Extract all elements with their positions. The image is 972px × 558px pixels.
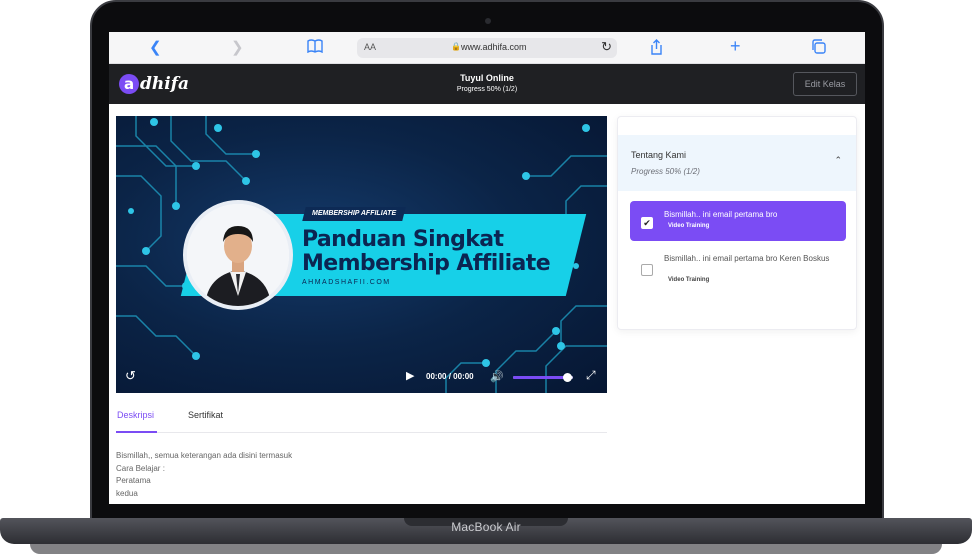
url-text: www.adhifa.com	[461, 42, 527, 52]
lesson-title: Bismillah.. ini email pertama bro	[664, 210, 778, 219]
lesson-sidebar: Tentang Kami Progress 50% (1/2) ⌃ ✔ Bism…	[617, 116, 857, 330]
reload-icon[interactable]: ↻	[601, 39, 612, 55]
volume-knob[interactable]	[563, 373, 572, 382]
play-icon[interactable]: ▶	[406, 369, 414, 382]
lesson-item[interactable]: Bismillah.. ini email pertama bro Keren …	[630, 249, 846, 291]
app-header: a dhifa Tuyul Online Progress 50% (1/2) …	[109, 64, 865, 104]
new-tab-icon[interactable]: +	[730, 37, 741, 55]
address-bar[interactable]: AA 🔒 www.adhifa.com ↻	[357, 38, 617, 58]
presenter-photo	[183, 200, 293, 310]
volume-fill	[513, 376, 567, 379]
lesson-checkbox[interactable]	[641, 264, 653, 276]
tab-deskripsi[interactable]: Deskripsi	[117, 410, 154, 420]
share-icon[interactable]	[650, 39, 663, 60]
video-time: 00:00 / 00:00	[426, 372, 474, 381]
book-icon[interactable]	[307, 39, 323, 58]
chevron-up-icon[interactable]: ⌃	[834, 155, 842, 166]
lesson-item[interactable]: ✔ Bismillah.. ini email pertama bro Vide…	[630, 201, 846, 241]
video-title-line1: Panduan Singkat	[302, 227, 504, 252]
tabs-icon[interactable]	[811, 39, 826, 59]
lesson-checkbox[interactable]: ✔	[641, 217, 653, 229]
active-tab-indicator	[116, 431, 157, 433]
description-line: Cara Belajar :	[116, 463, 165, 473]
video-site: AHMADSHAFII.COM	[302, 279, 391, 286]
section-header[interactable]: Tentang Kami Progress 50% (1/2) ⌃	[618, 135, 856, 191]
camera-icon	[485, 18, 491, 24]
edit-kelas-button[interactable]: Edit Kelas	[793, 72, 857, 96]
lock-icon: 🔒	[451, 42, 461, 51]
section-title: Tentang Kami	[631, 150, 687, 160]
course-title: Tuyul Online	[460, 73, 514, 83]
video-controls: ↺ ▶ 00:00 / 00:00 🔊 ⤢	[116, 366, 607, 388]
description-text: Bismillah,, semua keterangan ada disini …	[116, 450, 292, 500]
laptop-shadow	[30, 544, 942, 554]
tab-sertifikat[interactable]: Sertifikat	[188, 410, 223, 420]
volume-slider[interactable]	[513, 373, 573, 382]
replay-icon[interactable]: ↺	[125, 368, 136, 384]
forward-icon[interactable]: ❯	[231, 39, 244, 57]
section-progress: Progress 50% (1/2)	[631, 167, 700, 176]
video-player[interactable]: MEMBERSHIP AFFILIATE Panduan Singkat Mem…	[116, 116, 607, 393]
lesson-type: Video Training	[668, 223, 710, 229]
device-label: MacBook Air	[451, 520, 521, 534]
time-current: 00:00	[426, 372, 447, 381]
description-line: Peratama	[116, 476, 151, 485]
browser-screen: ❮ ❯ AA 🔒 www.adhifa.com ↻ + a dhifa Tuyu…	[109, 32, 865, 504]
time-separator: /	[448, 372, 451, 381]
course-progress: Progress 50% (1/2)	[456, 86, 518, 93]
content-tabs: Deskripsi Sertifikat	[116, 404, 607, 433]
description-line: Bismillah,, semua keterangan ada disini …	[116, 451, 293, 460]
reader-aa-button[interactable]: AA	[364, 42, 376, 52]
volume-icon[interactable]: 🔊	[490, 370, 504, 383]
browser-toolbar: ❮ ❯ AA 🔒 www.adhifa.com ↻ +	[109, 32, 865, 64]
time-total: 00:00	[453, 372, 474, 381]
back-icon[interactable]: ❮	[149, 39, 162, 57]
lesson-type: Video Training	[668, 277, 710, 283]
video-title-line2: Membership Affiliate	[302, 251, 551, 276]
fullscreen-icon[interactable]: ⤢	[586, 368, 596, 383]
membership-badge: MEMBERSHIP AFFILIATE	[302, 207, 406, 221]
lesson-title: Bismillah.. ini email pertama bro Keren …	[664, 254, 830, 263]
description-line: kedua	[116, 488, 138, 498]
